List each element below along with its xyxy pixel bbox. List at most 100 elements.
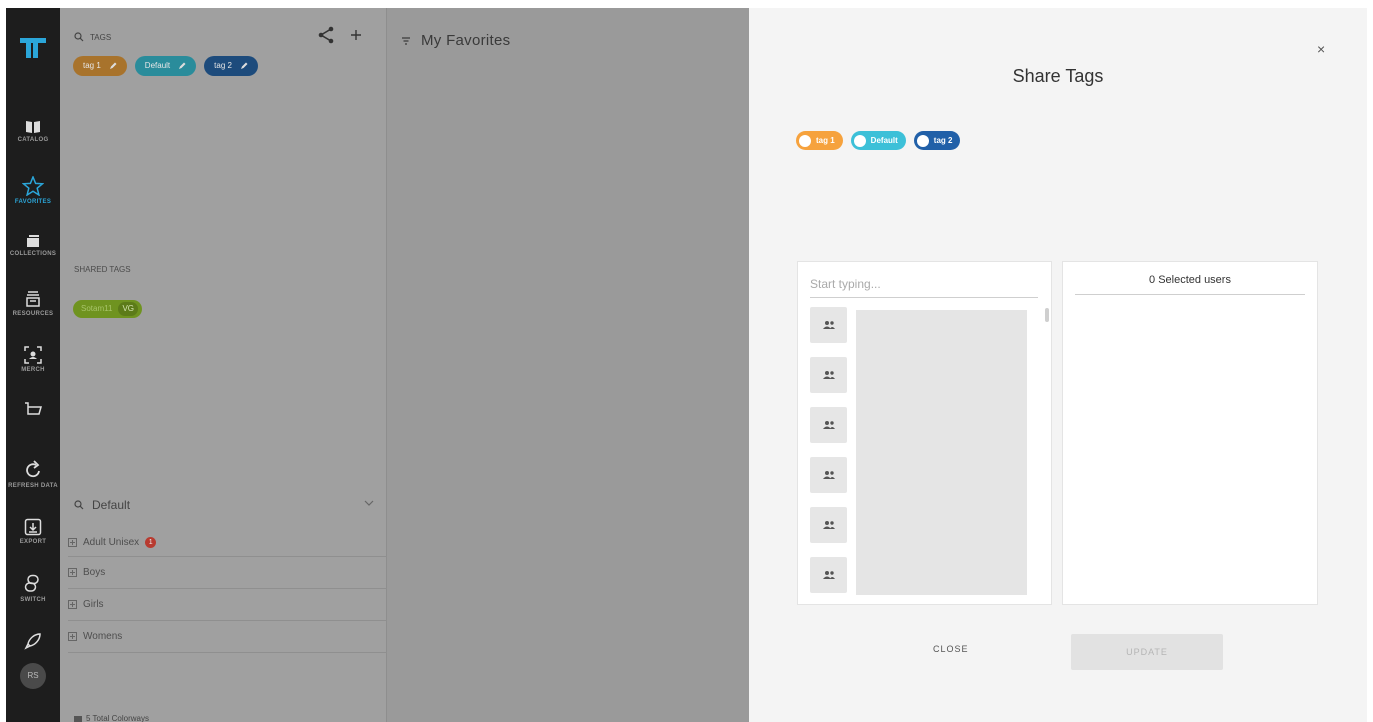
cart-icon xyxy=(25,402,42,415)
tags-panel: TAGS tag 1 Default tag 2 SHARED TAGS Sot… xyxy=(60,8,387,722)
share-tag-toggle[interactable]: Default xyxy=(850,131,906,150)
user-group-icon[interactable] xyxy=(810,357,847,393)
expand-icon[interactable] xyxy=(68,600,77,609)
app-frame: CATALOG FAVORITES COLLECTIONS RESOURCES … xyxy=(6,8,1367,722)
share-tag-label: tag 1 xyxy=(816,136,835,145)
tag-chip[interactable]: Default xyxy=(134,56,197,76)
selected-users-panel: 0 Selected users xyxy=(1062,261,1318,605)
close-icon[interactable]: × xyxy=(1317,41,1325,57)
nav-export[interactable]: EXPORT xyxy=(6,518,60,545)
user-group-icon[interactable] xyxy=(810,407,847,443)
search-icon xyxy=(74,32,84,42)
share-tags-modal: × Share Tags tag 1 Default tag 2 Start t… xyxy=(749,8,1367,722)
shared-tags-heading: SHARED TAGS xyxy=(74,265,131,274)
nav-catalog[interactable]: CATALOG xyxy=(6,120,60,143)
page-title: My Favorites xyxy=(401,32,510,49)
nav-refresh-data[interactable]: REFRESH DATA xyxy=(6,460,60,489)
shared-tag-label: Sotam11 xyxy=(81,304,113,313)
toggle-dot-icon xyxy=(799,134,811,147)
chevron-down-icon[interactable] xyxy=(364,500,374,506)
share-tag-label: Default xyxy=(870,136,898,145)
count-badge: 1 xyxy=(145,537,157,548)
export-icon xyxy=(24,518,42,536)
list-item[interactable]: Boys xyxy=(68,557,387,589)
nav-label-export: EXPORT xyxy=(19,539,47,545)
share-tag-toggle[interactable]: tag 1 xyxy=(796,131,843,150)
nav-cart[interactable] xyxy=(6,402,60,416)
user-group-icon[interactable] xyxy=(810,557,847,593)
shared-tag-owner-badge: VG xyxy=(118,302,138,316)
switch-icon xyxy=(24,574,39,592)
loading-placeholder xyxy=(856,310,1027,595)
update-button[interactable]: UPDATE xyxy=(1071,634,1223,670)
scrollbar[interactable] xyxy=(1045,308,1049,322)
category-label: Adult Unisex xyxy=(83,537,140,548)
nav-switch[interactable]: SWITCH xyxy=(6,574,60,603)
total-colorways-label: 5 Total Colorways xyxy=(86,714,149,722)
nav-favorites[interactable]: FAVORITES xyxy=(6,176,60,205)
tag-chip-label: tag 2 xyxy=(214,61,232,70)
nav-label-collections: COLLECTIONS xyxy=(9,251,57,257)
pencil-icon[interactable] xyxy=(240,62,248,70)
nav-label-merch: MERCH xyxy=(21,367,45,373)
category-list: Adult Unisex 1 Boys Girls Womens xyxy=(68,529,387,653)
tag-chip[interactable]: tag 2 xyxy=(204,56,258,76)
default-tag-select-value: Default xyxy=(92,498,131,512)
star-icon xyxy=(22,176,44,196)
pencil-icon[interactable] xyxy=(109,62,117,70)
tag-chip[interactable]: tag 1 xyxy=(73,56,127,76)
collections-icon xyxy=(27,235,39,247)
expand-icon[interactable] xyxy=(68,538,77,547)
plus-icon[interactable] xyxy=(350,29,362,41)
nav-label-catalog: CATALOG xyxy=(17,137,49,143)
nav-label-switch: SWITCH xyxy=(20,597,46,603)
nav-merch[interactable]: MERCH xyxy=(6,346,60,373)
grid-icon xyxy=(74,715,82,722)
user-search-input[interactable] xyxy=(810,270,1038,298)
selected-users-count: 0 Selected users xyxy=(1075,274,1305,295)
tags-list: tag 1 Default tag 2 xyxy=(73,56,258,76)
close-button[interactable]: CLOSE xyxy=(933,644,969,654)
avatar[interactable]: RS xyxy=(20,663,46,689)
category-label: Womens xyxy=(83,631,123,642)
user-list xyxy=(810,307,848,607)
nav-rocket[interactable] xyxy=(6,632,60,650)
user-group-icon[interactable] xyxy=(810,507,847,543)
share-icon[interactable] xyxy=(318,26,334,44)
expand-icon[interactable] xyxy=(68,568,77,577)
nav-label-resources: RESOURCES xyxy=(12,311,54,317)
nav-collections[interactable]: COLLECTIONS xyxy=(6,234,60,257)
book-icon xyxy=(26,121,40,133)
share-tag-toggle[interactable]: tag 2 xyxy=(913,131,961,150)
category-label: Boys xyxy=(83,567,106,578)
resources-icon xyxy=(26,291,40,307)
tags-search[interactable]: TAGS xyxy=(74,32,111,42)
list-item[interactable]: Adult Unisex 1 xyxy=(68,529,387,557)
toggle-dot-icon xyxy=(853,134,866,147)
refresh-icon xyxy=(26,460,40,478)
toggle-dot-icon xyxy=(916,134,929,147)
app-logo-icon xyxy=(20,38,46,58)
tags-search-label: TAGS xyxy=(90,32,112,42)
favorites-main: My Favorites xyxy=(387,8,749,722)
tag-chip-label: tag 1 xyxy=(83,61,101,70)
expand-icon[interactable] xyxy=(68,632,77,641)
share-tag-label: tag 2 xyxy=(933,136,953,145)
list-item[interactable]: Womens xyxy=(68,621,387,653)
user-search-panel xyxy=(797,261,1052,605)
modal-title: Share Tags xyxy=(1012,66,1104,86)
user-group-icon[interactable] xyxy=(810,457,847,493)
side-nav: CATALOG FAVORITES COLLECTIONS RESOURCES … xyxy=(6,8,60,722)
nav-label-refresh-data: REFRESH DATA xyxy=(8,483,58,489)
tag-chip-label: Default xyxy=(144,61,171,70)
nav-resources[interactable]: RESOURCES xyxy=(6,290,60,317)
filter-icon[interactable] xyxy=(401,36,411,46)
nav-label-favorites: FAVORITES xyxy=(14,199,52,205)
pencil-icon[interactable] xyxy=(178,62,186,70)
user-group-icon[interactable] xyxy=(810,307,847,343)
default-tag-select[interactable]: Default xyxy=(74,498,374,512)
search-icon xyxy=(74,500,84,510)
modal-tags-list: tag 1 Default tag 2 xyxy=(796,131,961,150)
shared-tag-chip[interactable]: Sotam11 VG xyxy=(73,300,142,318)
list-item[interactable]: Girls xyxy=(68,589,387,621)
